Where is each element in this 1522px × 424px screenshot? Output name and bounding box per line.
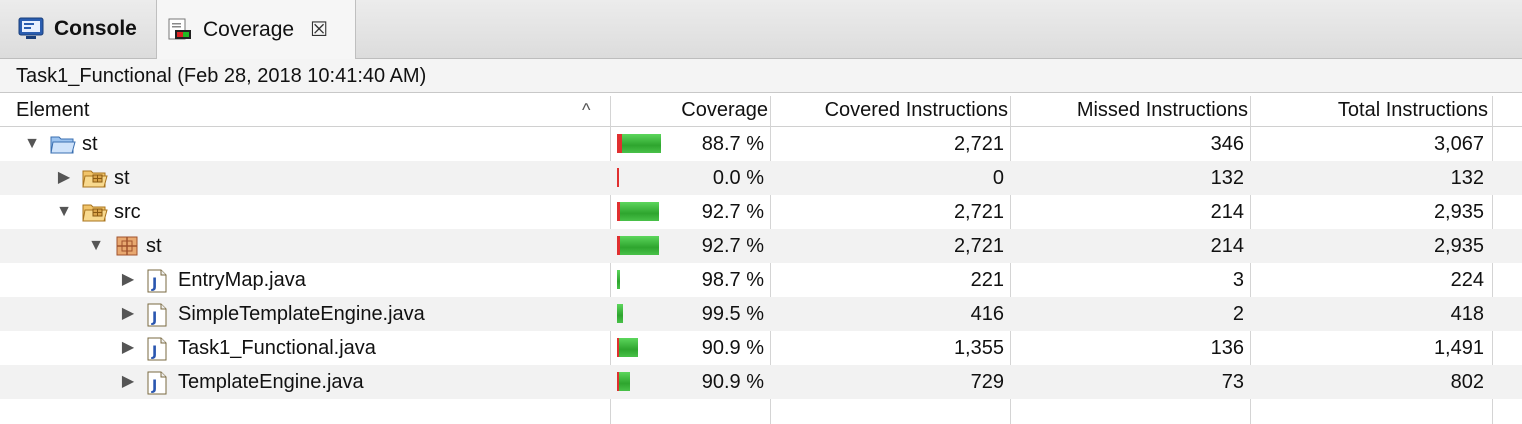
total-instructions-value: 224	[1450, 269, 1484, 291]
coverage-value: 92.7 %	[701, 201, 764, 223]
svg-text:J: J	[151, 310, 157, 326]
element-name: st	[114, 167, 130, 189]
sort-ascending-icon[interactable]: ^	[582, 93, 590, 127]
collapsed-arrow-icon[interactable]: ▶	[120, 365, 136, 399]
element-name: src	[114, 201, 141, 223]
svg-text:J: J	[151, 276, 157, 292]
missed-instructions-value: 3	[1232, 269, 1244, 291]
coverage-value: 0.0 %	[712, 167, 764, 189]
tab-coverage-label: Coverage	[203, 17, 295, 41]
missed-instructions-value: 214	[1210, 235, 1244, 257]
covered-instructions-value: 416	[970, 303, 1004, 325]
tab-console[interactable]: Console	[0, 0, 152, 58]
column-header-covered-instructions[interactable]: Covered Instructions	[772, 93, 1008, 127]
total-instructions-value: 132	[1450, 167, 1484, 189]
coverage-value: 88.7 %	[701, 133, 764, 155]
table-header: Element ^ Coverage Covered Instructions …	[0, 93, 1522, 127]
element-name: st	[146, 235, 162, 257]
view-tab-bar: Console Coverage ☒	[0, 0, 1522, 59]
java-file-icon: J	[146, 337, 170, 361]
coverage-value: 99.5 %	[701, 303, 764, 325]
tree-row[interactable]: ▼ st 88.7 % 2,721 346 3,067	[0, 127, 1522, 161]
console-icon	[18, 17, 44, 41]
column-header-missed-instructions[interactable]: Missed Instructions	[1012, 93, 1248, 127]
total-instructions-value: 1,491	[1433, 337, 1484, 359]
total-instructions-value: 418	[1450, 303, 1484, 325]
covered-instructions-value: 2,721	[953, 201, 1004, 223]
collapsed-arrow-icon[interactable]: ▶	[120, 263, 136, 297]
column-header-total-instructions[interactable]: Total Instructions	[1252, 93, 1488, 127]
java-file-icon: J	[146, 303, 170, 327]
coverage-value: 98.7 %	[701, 269, 764, 291]
coverage-icon	[167, 18, 193, 42]
element-name: st	[82, 133, 98, 155]
missed-instructions-value: 136	[1210, 337, 1244, 359]
expanded-arrow-icon[interactable]: ▼	[88, 229, 104, 263]
covered-instructions-value: 1,355	[953, 337, 1004, 359]
covered-instructions-value: 221	[970, 269, 1004, 291]
package-folder-icon	[82, 201, 108, 223]
tab-console-label: Console	[54, 17, 137, 40]
coverage-value: 92.7 %	[701, 235, 764, 257]
missed-instructions-value: 132	[1210, 167, 1244, 189]
java-file-icon: J	[146, 269, 170, 293]
total-instructions-value: 3,067	[1433, 133, 1484, 155]
tree-row[interactable]: ▶ st 0.0 % 0 132 132	[0, 161, 1522, 195]
column-header-coverage[interactable]: Coverage	[612, 93, 768, 127]
element-name: EntryMap.java	[178, 269, 306, 291]
package-folder-icon	[82, 167, 108, 189]
tree-row[interactable]: ▶ J Task1_Functional.java 90.9 % 1,355 136 1,4…	[0, 331, 1522, 365]
close-icon[interactable]: ☒	[310, 17, 328, 42]
element-name: TemplateEngine.java	[178, 371, 364, 393]
tab-coverage[interactable]: Coverage ☒	[156, 0, 356, 59]
total-instructions-value: 2,935	[1433, 201, 1484, 223]
svg-text:J: J	[151, 378, 157, 394]
expanded-arrow-icon[interactable]: ▼	[56, 195, 72, 229]
covered-instructions-value: 729	[970, 371, 1004, 393]
session-title: Task1_Functional (Feb 28, 2018 10:41:40 …	[0, 59, 1522, 93]
package-icon	[114, 235, 138, 257]
expanded-arrow-icon[interactable]: ▼	[24, 127, 40, 161]
missed-instructions-value: 2	[1232, 303, 1244, 325]
missed-instructions-value: 73	[1221, 371, 1244, 393]
element-name: Task1_Functional.java	[178, 337, 376, 359]
collapsed-arrow-icon[interactable]: ▶	[56, 161, 72, 195]
total-instructions-value: 2,935	[1433, 235, 1484, 257]
java-file-icon: J	[146, 371, 170, 395]
coverage-value: 90.9 %	[701, 337, 764, 359]
tree-row[interactable]: ▼ st 92.7 % 2,721 214 2,935	[0, 229, 1522, 263]
covered-instructions-value: 2,721	[953, 133, 1004, 155]
tree-row[interactable]: ▶ J SimpleTemplateEngine.java 99.5 % 416 2 418	[0, 297, 1522, 331]
missed-instructions-value: 214	[1210, 201, 1244, 223]
svg-text:J: J	[151, 344, 157, 360]
covered-instructions-value: 0	[992, 167, 1004, 189]
covered-instructions-value: 2,721	[953, 235, 1004, 257]
tree-row[interactable]: ▶ J TemplateEngine.java 90.9 % 729 73 802	[0, 365, 1522, 399]
column-header-element[interactable]: Element	[16, 93, 89, 127]
total-instructions-value: 802	[1450, 371, 1484, 393]
collapsed-arrow-icon[interactable]: ▶	[120, 297, 136, 331]
collapsed-arrow-icon[interactable]: ▶	[120, 331, 136, 365]
element-name: SimpleTemplateEngine.java	[178, 303, 425, 325]
tree-row[interactable]: ▶ J EntryMap.java 98.7 % 221 3 224	[0, 263, 1522, 297]
coverage-value: 90.9 %	[701, 371, 764, 393]
missed-instructions-value: 346	[1210, 133, 1244, 155]
coverage-tree-table: ▼ st 88.7 % 2,721 346 3,067 ▶ st 0.0 % 0 132 132 ▼ sr…	[0, 127, 1522, 399]
tree-row[interactable]: ▼ src 92.7 % 2,721 214 2,935	[0, 195, 1522, 229]
open-project-folder-icon	[50, 133, 76, 155]
